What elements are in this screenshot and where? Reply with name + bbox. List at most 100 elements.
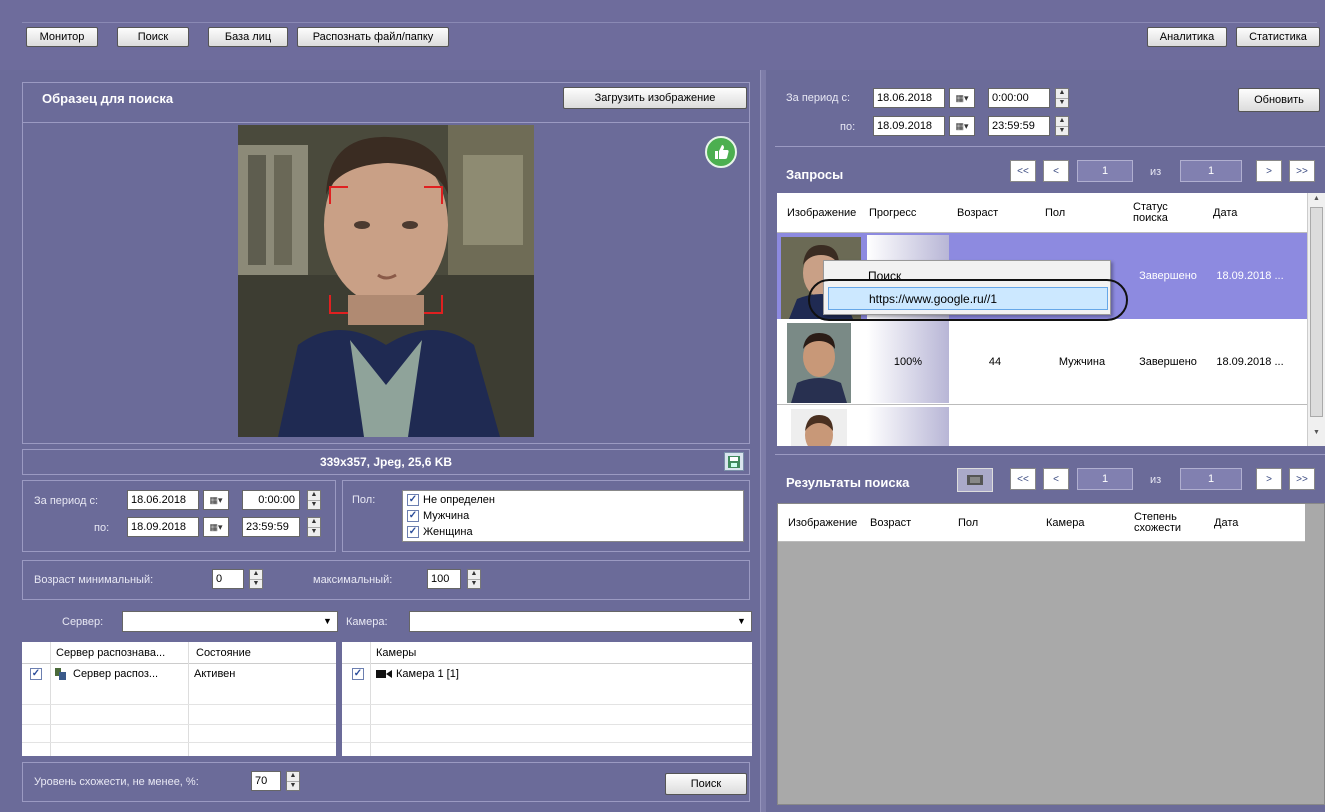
gender-option[interactable]: ✓ Мужчина — [407, 510, 469, 522]
right-period-to-label: по: — [840, 121, 856, 133]
age-min-spinner[interactable]: ▲ ▼ — [249, 569, 263, 589]
last-page-button[interactable]: >> — [1289, 160, 1315, 182]
right-time-from-field[interactable]: 0:00:00 — [988, 88, 1050, 108]
results-divider — [775, 454, 1325, 455]
age-min-field[interactable]: 0 — [212, 569, 244, 589]
page-number-field[interactable]: 1 — [1077, 160, 1133, 182]
calendar-dropdown-icon[interactable]: ▦▾ — [203, 517, 229, 537]
right-period-from-label: За период с: — [786, 92, 851, 104]
checkbox-checked-icon[interactable]: ✓ — [352, 668, 364, 680]
right-date-from-field[interactable]: 18.06.2018 — [873, 88, 945, 108]
page-total: 1 — [1180, 468, 1242, 490]
time-from-spinner[interactable]: ▲ ▼ — [307, 490, 321, 510]
time-to-field[interactable]: 23:59:59 — [242, 517, 300, 537]
column-header[interactable]: Изображение — [783, 193, 856, 233]
column-header[interactable]: Статус поиска — [1129, 193, 1203, 233]
time-to-spinner[interactable]: ▲ ▼ — [307, 517, 321, 537]
panel-splitter[interactable] — [760, 70, 766, 812]
prev-page-button[interactable]: < — [1043, 160, 1069, 182]
first-page-button[interactable]: << — [1010, 160, 1036, 182]
statistics-button[interactable]: Статистика — [1236, 27, 1320, 47]
chevron-down-icon: ▼ — [323, 616, 332, 626]
table-row[interactable]: ✓ Сервер распоз... — [22, 664, 336, 684]
export-icon[interactable] — [957, 468, 993, 492]
right-time-from-spinner[interactable]: ▲ ▼ — [1055, 88, 1069, 108]
table-row[interactable]: ✓ Камера 1 [1] — [342, 664, 752, 684]
age-max-field[interactable]: 100 — [427, 569, 461, 589]
first-page-button[interactable]: << — [1010, 468, 1036, 490]
like-icon[interactable] — [705, 136, 737, 168]
column-header[interactable]: Степень схожести — [1130, 504, 1204, 542]
request-status: Завершено — [1139, 356, 1197, 368]
request-progress: 100% — [893, 356, 923, 368]
monitor-button[interactable]: Монитор — [26, 27, 98, 47]
page-number-field[interactable]: 1 — [1077, 468, 1133, 490]
server-select[interactable] — [122, 611, 338, 632]
right-time-to-spinner[interactable]: ▲ ▼ — [1055, 116, 1069, 136]
column-header[interactable]: Сервер распознава... — [52, 642, 165, 664]
refresh-button[interactable]: Обновить — [1238, 88, 1320, 112]
prev-page-button[interactable]: < — [1043, 468, 1069, 490]
sample-divider — [22, 122, 750, 123]
calendar-dropdown-icon[interactable]: ▦▾ — [949, 116, 975, 136]
period-to-label: по: — [94, 522, 110, 534]
column-header[interactable]: Камера — [1042, 504, 1084, 542]
scrollbar-thumb[interactable] — [1310, 207, 1323, 417]
column-header[interactable]: Камеры — [372, 642, 416, 664]
calendar-dropdown-icon[interactable]: ▦▾ — [949, 88, 975, 108]
checkbox-checked-icon[interactable]: ✓ — [407, 510, 419, 522]
column-header[interactable]: Изображение — [784, 504, 857, 542]
column-header[interactable]: Пол — [954, 504, 978, 542]
upload-image-button[interactable]: Загрузить изображение — [563, 87, 747, 109]
vertical-scrollbar[interactable]: ▲ ▼ — [1307, 193, 1325, 446]
age-min-label: Возраст минимальный: — [34, 574, 154, 586]
age-max-label: максимальный: — [313, 574, 393, 586]
right-date-to-field[interactable]: 18.09.2018 — [873, 116, 945, 136]
column-header[interactable]: Возраст — [866, 504, 911, 542]
scroll-up-icon[interactable]: ▲ — [1313, 195, 1320, 202]
search-button[interactable]: Поиск — [665, 773, 747, 795]
scroll-down-icon[interactable]: ▼ — [1313, 429, 1320, 436]
column-header[interactable]: Дата — [1210, 504, 1238, 542]
request-gender: Мужчина — [1058, 356, 1106, 368]
search-tab-button[interactable]: Поиск — [117, 27, 189, 47]
gender-option[interactable]: ✓ Женщина — [407, 526, 473, 538]
request-status: Завершено — [1139, 270, 1197, 282]
face-database-button[interactable]: База лиц — [208, 27, 288, 47]
similarity-field[interactable]: 70 — [251, 771, 281, 791]
gender-list: ✓ Не определен ✓ Мужчина ✓ Женщина — [402, 490, 744, 542]
request-date: 18.09.2018 ... — [1216, 270, 1284, 282]
column-header[interactable]: Пол — [1041, 193, 1065, 233]
column-header[interactable]: Прогресс — [865, 193, 916, 233]
page-total: 1 — [1180, 160, 1242, 182]
checkbox-checked-icon[interactable]: ✓ — [30, 668, 42, 680]
cameras-table: Камеры ✓ Камера 1 [1] — [342, 642, 752, 756]
checkbox-checked-icon[interactable]: ✓ — [407, 494, 419, 506]
last-page-button[interactable]: >> — [1289, 468, 1315, 490]
calendar-dropdown-icon[interactable]: ▦▾ — [203, 490, 229, 510]
column-header[interactable]: Состояние — [192, 642, 251, 664]
column-header[interactable]: Возраст — [953, 193, 998, 233]
column-header[interactable]: Дата — [1209, 193, 1237, 233]
age-max-spinner[interactable]: ▲ ▼ — [467, 569, 481, 589]
analytics-button[interactable]: Аналитика — [1147, 27, 1227, 47]
request-thumbnail[interactable] — [787, 323, 851, 403]
time-from-field[interactable]: 0:00:00 — [242, 490, 300, 510]
camera-select[interactable] — [409, 611, 752, 632]
period-from-label: За период с: — [34, 495, 99, 507]
date-from-field[interactable]: 18.06.2018 — [127, 490, 199, 510]
server-name: Сервер распоз... — [73, 668, 159, 680]
chevron-down-icon: ▼ — [737, 616, 746, 626]
next-page-button[interactable]: > — [1256, 468, 1282, 490]
next-page-button[interactable]: > — [1256, 160, 1282, 182]
gender-option-label: Не определен — [423, 494, 495, 506]
right-time-to-field[interactable]: 23:59:59 — [988, 116, 1050, 136]
checkbox-checked-icon[interactable]: ✓ — [407, 526, 419, 538]
similarity-spinner[interactable]: ▲ ▼ — [286, 771, 300, 791]
save-image-icon[interactable] — [724, 452, 744, 471]
date-to-field[interactable]: 18.09.2018 — [127, 517, 199, 537]
recognize-file-button[interactable]: Распознать файл/папку — [297, 27, 449, 47]
results-title: Результаты поиска — [786, 475, 910, 490]
request-thumbnail[interactable] — [791, 409, 847, 446]
gender-option[interactable]: ✓ Не определен — [407, 494, 495, 506]
